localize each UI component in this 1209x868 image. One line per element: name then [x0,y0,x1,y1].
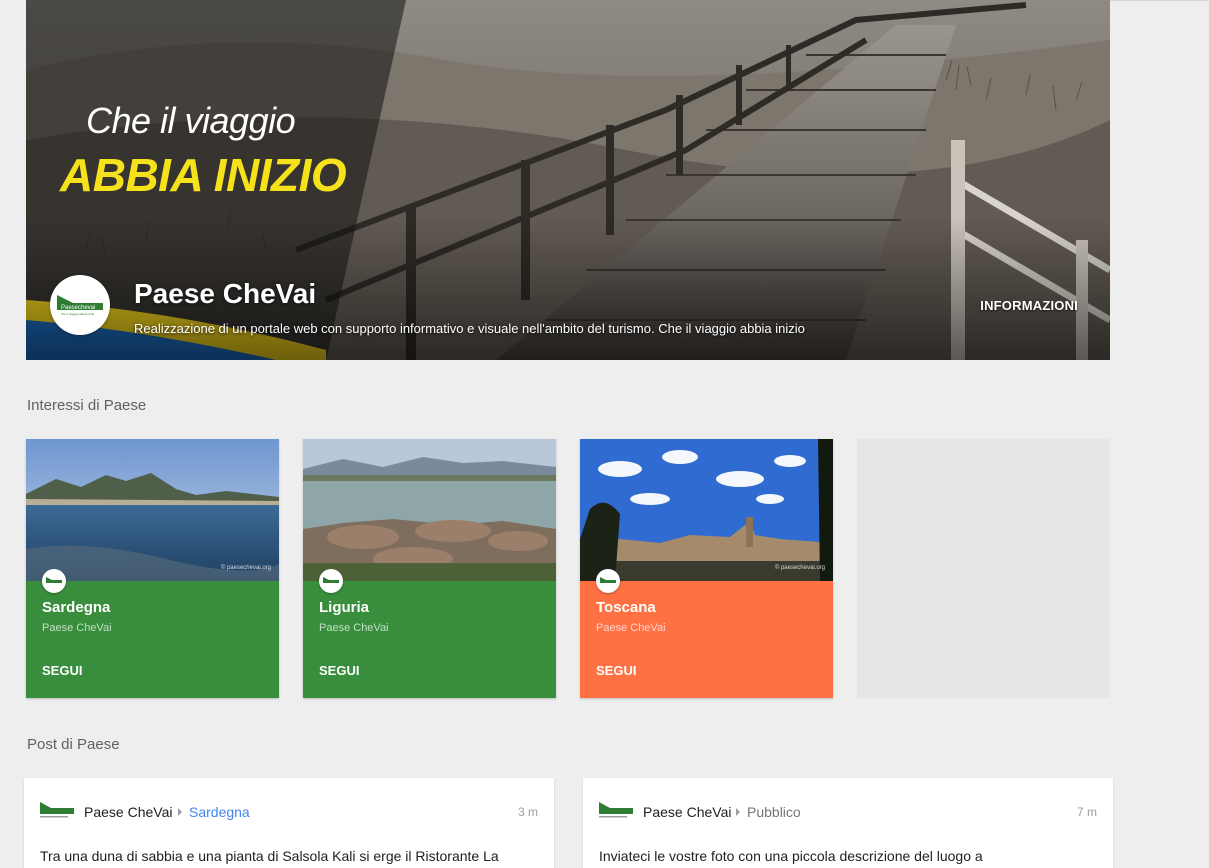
collection-card-sardegna[interactable]: © paesechevai.org Sardegna Paese CheVai … [26,439,279,698]
posts-heading: Post di Paese [27,736,120,753]
author-logo[interactable] [39,800,75,820]
cover-banner: Che il viaggio ABBIA INIZIO Paesechevai … [26,0,1110,360]
card-owner: Paese CheVai [42,622,112,634]
interests-heading: Interessi di Paese [27,397,147,414]
post-card[interactable]: Paese CheVai Pubblico 7 m Inviateci le v… [583,778,1113,868]
follow-button[interactable]: SEGUI [596,663,636,678]
photo-credit: © paesechevai.org [220,565,271,571]
card-owner: Paese CheVai [319,622,389,634]
card-owner-avatar [42,569,66,593]
post-audience[interactable]: Sardegna [189,804,250,820]
author-logo[interactable] [598,800,634,820]
page-description: Realizzazione di un portale web con supp… [134,321,805,336]
logo-text: Paesechevai [61,305,95,311]
card-title: Sardegna [42,599,111,616]
card-title: Liguria [319,599,370,616]
paesechevai-logo-small [46,577,62,583]
post-text: Tra una duna di sabbia e una pianta di S… [40,848,499,864]
collection-card-liguria[interactable]: Liguria Paese CheVai SEGUI [303,439,556,698]
paesechevai-logo: Paesechevai che il viaggio abbia inizio [57,295,103,316]
info-button[interactable]: INFORMAZIONI [980,298,1078,313]
card-photo [26,439,279,581]
page-title[interactable]: Paese CheVai [134,278,316,310]
card-title: Toscana [596,599,656,616]
collection-card-toscana[interactable]: © paesechevai.org Toscana Paese CheVai S… [580,439,833,698]
post-author[interactable]: Paese CheVai [84,804,172,820]
post-card[interactable]: Paese CheVai Sardegna 3 m Tra una duna d… [24,778,554,868]
follow-button[interactable]: SEGUI [42,663,82,678]
collection-card-placeholder [857,439,1110,698]
post-time[interactable]: 3 m [518,805,538,819]
photo-credit: © paesechevai.org [774,565,825,571]
cover-tagline-line1: Che il viaggio [86,100,296,141]
logo-subtext: che il viaggio abbia inizio [61,312,95,316]
post-audience[interactable]: Pubblico [747,804,801,820]
paesechevai-logo-small [600,577,616,583]
post-author[interactable]: Paese CheVai [643,804,731,820]
follow-button[interactable]: SEGUI [319,663,359,678]
cover-tagline-line2: ABBIA INIZIO [60,149,347,201]
paesechevai-logo-small [323,577,339,583]
post-time[interactable]: 7 m [1077,805,1097,819]
audience-arrow-icon [736,808,740,816]
card-owner-avatar [319,569,343,593]
card-owner: Paese CheVai [596,622,666,634]
card-owner-avatar [596,569,620,593]
top-divider [1110,0,1209,1]
card-photo [580,439,833,581]
audience-arrow-icon [178,808,182,816]
card-photo [303,439,556,581]
post-text: Inviateci le vostre foto con una piccola… [599,848,983,864]
page-avatar[interactable]: Paesechevai che il viaggio abbia inizio [50,275,110,335]
